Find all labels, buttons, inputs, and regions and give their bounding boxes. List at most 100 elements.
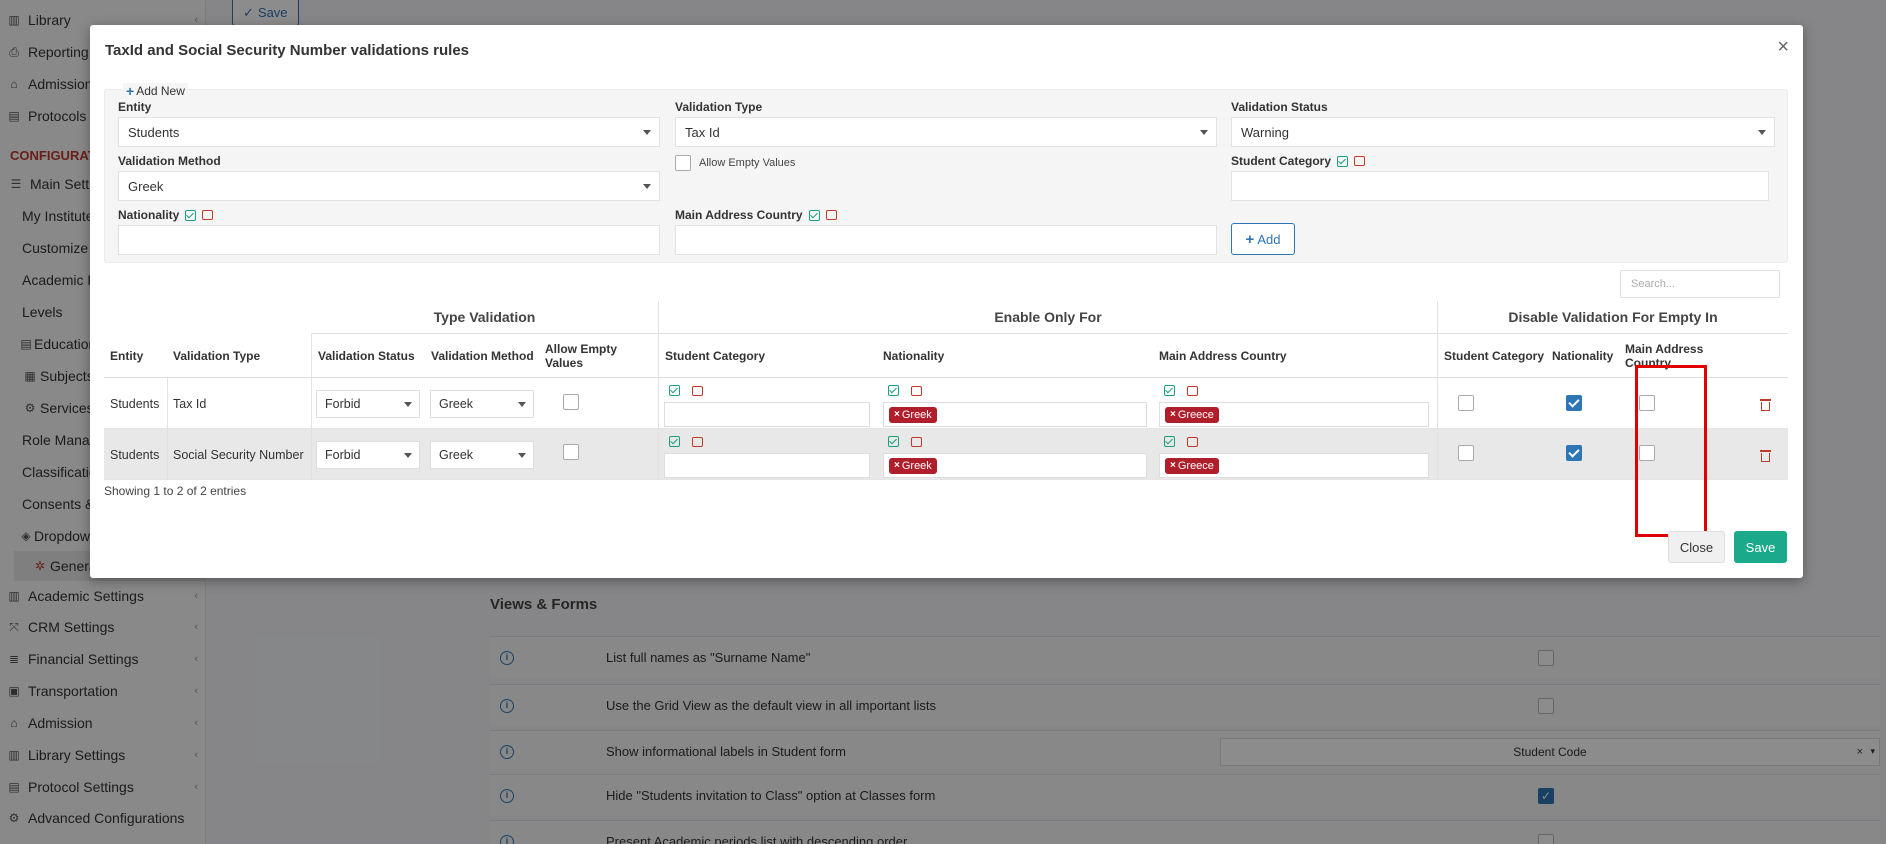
table-row: Students Tax Id Forbid Greek × Greek × Gre… (104, 378, 1788, 429)
select-all-icon[interactable] (669, 436, 680, 447)
chevron-down-icon (1758, 130, 1766, 135)
select-all-icon[interactable] (808, 209, 820, 221)
cell-validation-type: Social Security Number (173, 447, 304, 462)
column-header-main-address-country[interactable]: Main Address Country (1153, 334, 1437, 377)
nationality-tag: × Greek (889, 406, 937, 423)
group-header-disable-validation: Disable Validation For Empty In (1437, 301, 1788, 334)
student-category-input[interactable] (1231, 171, 1769, 201)
select-all-icon[interactable] (669, 385, 680, 396)
validation-method-label: Validation Method (118, 154, 221, 168)
validation-type-select[interactable]: Tax Id (675, 117, 1217, 147)
allow-empty-checkbox[interactable] (563, 394, 579, 410)
delete-row-icon[interactable] (1760, 449, 1771, 462)
dis-student-category-checkbox[interactable] (1458, 395, 1474, 411)
nationality-input[interactable]: × Greek (883, 453, 1147, 478)
validation-rules-modal: TaxId and Social Security Number validat… (90, 25, 1803, 578)
column-divider (658, 378, 659, 429)
column-header-validation-status[interactable]: Validation Status (311, 334, 425, 377)
column-header-entity[interactable]: Entity (104, 334, 167, 377)
validation-status-select[interactable]: Forbid (316, 441, 420, 469)
allow-empty-label: Allow Empty Values (699, 157, 796, 169)
column-divider (311, 378, 312, 429)
nationality-actions (888, 436, 922, 447)
close-icon[interactable]: × (1777, 37, 1789, 57)
column-header-validation-type[interactable]: Validation Type (167, 334, 311, 377)
plus-icon: + (126, 83, 135, 99)
country-tag: × Greece (1165, 406, 1219, 423)
column-divider (658, 429, 659, 480)
remove-tag-icon[interactable]: × (894, 460, 900, 471)
trash-lid (1760, 399, 1771, 401)
column-header-nationality[interactable]: Nationality (877, 334, 1153, 377)
validation-status-select[interactable]: Warning (1231, 117, 1775, 147)
deselect-all-icon[interactable] (911, 385, 922, 396)
delete-row-icon[interactable] (1760, 398, 1771, 411)
add-new-legend: + Add New (123, 83, 188, 99)
column-header-allow-empty[interactable]: Allow Empty Values (539, 334, 658, 377)
add-rule-form: + Add New Entity Students Validation Type… (104, 83, 1788, 263)
close-button[interactable]: Close (1668, 531, 1725, 563)
main-address-country-input[interactable]: × Greece (1159, 453, 1429, 478)
modal-title: TaxId and Social Security Number validat… (105, 42, 469, 59)
validation-type-label: Validation Type (675, 100, 763, 114)
nationality-input[interactable]: × Greek (883, 402, 1147, 427)
main-address-country-input[interactable] (675, 225, 1217, 255)
cell-entity: Students (110, 447, 160, 462)
search-input[interactable]: Search... (1620, 270, 1780, 298)
deselect-all-icon[interactable] (692, 436, 703, 447)
remove-tag-icon[interactable]: × (1170, 460, 1176, 471)
nationality-input[interactable] (118, 225, 660, 255)
plus-icon: + (1245, 230, 1255, 248)
validation-status-select[interactable]: Forbid (316, 390, 420, 418)
deselect-all-icon[interactable] (911, 436, 922, 447)
deselect-all-icon[interactable] (1354, 156, 1366, 166)
validation-method-select[interactable]: Greek (430, 441, 534, 469)
remove-tag-icon[interactable]: × (1170, 409, 1176, 420)
nationality-tag: × Greek (889, 457, 937, 474)
student-category-actions (669, 436, 703, 447)
column-header-student-category[interactable]: Student Category (658, 334, 877, 377)
allow-empty-checkbox[interactable] (675, 155, 691, 171)
nationality-actions (888, 385, 922, 396)
select-all-icon[interactable] (1164, 385, 1175, 396)
country-actions (1164, 436, 1198, 447)
select-all-icon[interactable] (1337, 155, 1349, 167)
chevron-down-icon (643, 130, 651, 135)
table-row: Students Social Security Number Forbid G… (104, 429, 1788, 480)
column-header-dis-student-category[interactable]: Student Category (1437, 334, 1546, 377)
remove-tag-icon[interactable]: × (894, 409, 900, 420)
group-header-enable-only-for: Enable Only For (658, 301, 1437, 334)
dis-nationality-checkbox[interactable] (1566, 395, 1582, 411)
validation-method-select[interactable]: Greek (118, 171, 660, 201)
column-divider (311, 429, 312, 480)
chevron-down-icon (518, 453, 526, 458)
column-header-validation-method[interactable]: Validation Method (425, 334, 539, 377)
add-rule-button[interactable]: + Add (1231, 223, 1295, 255)
deselect-all-icon[interactable] (1187, 385, 1198, 396)
entity-select[interactable]: Students (118, 117, 660, 147)
trash-body (1761, 453, 1770, 462)
entity-label: Entity (118, 100, 152, 114)
deselect-all-icon[interactable] (1187, 436, 1198, 447)
country-actions (1164, 385, 1198, 396)
select-all-icon[interactable] (888, 436, 899, 447)
allow-empty-checkbox[interactable] (563, 444, 579, 460)
select-all-icon[interactable] (888, 385, 899, 396)
save-button[interactable]: Save (1734, 531, 1787, 563)
chevron-down-icon (518, 402, 526, 407)
trash-lid (1760, 450, 1771, 452)
student-category-input[interactable] (664, 402, 870, 427)
student-category-input[interactable] (664, 453, 870, 478)
validation-method-select[interactable]: Greek (430, 390, 534, 418)
column-header-dis-nationality[interactable]: Nationality (1546, 334, 1619, 377)
select-all-icon[interactable] (185, 209, 197, 221)
select-all-icon[interactable] (1164, 436, 1175, 447)
dis-student-category-checkbox[interactable] (1458, 445, 1474, 461)
main-address-country-input[interactable]: × Greece (1159, 402, 1429, 427)
entries-info: Showing 1 to 2 of 2 entries (104, 484, 247, 498)
validation-status-label: Validation Status (1231, 100, 1328, 114)
deselect-all-icon[interactable] (692, 385, 703, 396)
dis-nationality-checkbox[interactable] (1566, 445, 1582, 461)
deselect-all-icon[interactable] (825, 210, 837, 220)
deselect-all-icon[interactable] (202, 210, 214, 220)
